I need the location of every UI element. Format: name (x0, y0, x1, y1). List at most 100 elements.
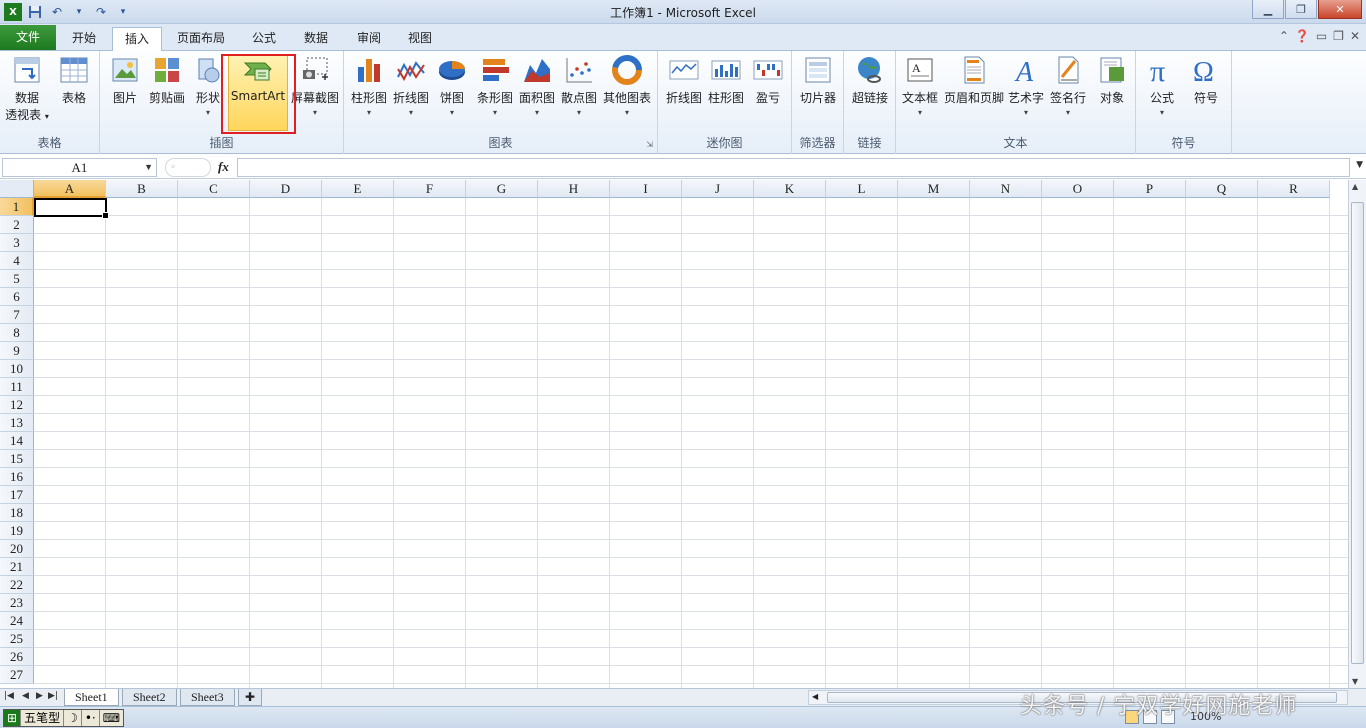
sparkline-line-button[interactable]: 折线图 (664, 55, 704, 106)
screenshot-button[interactable]: 屏幕截图 ▾ (290, 55, 340, 117)
sheet-tab-2[interactable]: Sheet2 (122, 689, 177, 706)
column-header-n[interactable]: N (970, 180, 1042, 198)
last-sheet-icon[interactable]: ▶| (48, 691, 58, 701)
formula-input[interactable] (237, 158, 1350, 177)
column-chart-button[interactable]: 柱形图 ▾ (348, 55, 390, 117)
area-chart-button[interactable]: 面积图 ▾ (516, 55, 558, 117)
sheet-tab-1[interactable]: Sheet1 (64, 689, 119, 706)
tab-review[interactable]: 审阅 (345, 27, 393, 51)
other-charts-button[interactable]: 其他图表 ▾ (600, 55, 654, 117)
column-header-j[interactable]: J (682, 180, 754, 198)
sparkline-column-button[interactable]: 柱形图 (706, 55, 746, 106)
next-sheet-icon[interactable]: ▶ (36, 691, 43, 701)
collapse-ribbon-icon[interactable]: ⌃ (1279, 29, 1289, 43)
table-button[interactable]: 表格 (54, 55, 94, 106)
sheet-tab-3[interactable]: Sheet3 (180, 689, 235, 706)
row-header-13[interactable]: 13 (0, 414, 34, 432)
textbox-button[interactable]: A 文本框 ▾ (900, 55, 940, 117)
active-cell-a1[interactable] (34, 198, 109, 219)
symbol-button[interactable]: Ω 符号 (1186, 55, 1226, 106)
row-header-7[interactable]: 7 (0, 306, 34, 324)
row-header-6[interactable]: 6 (0, 288, 34, 306)
row-header-8[interactable]: 8 (0, 324, 34, 342)
doc-close-icon[interactable]: ✕ (1350, 29, 1360, 43)
hyperlink-button[interactable]: 超链接 (848, 55, 892, 106)
wordart-button[interactable]: A 艺术字 ▾ (1006, 55, 1046, 117)
minimize-button[interactable]: ▁ (1252, 0, 1284, 19)
row-header-15[interactable]: 15 (0, 450, 34, 468)
pie-chart-button[interactable]: 饼图 ▾ (434, 55, 470, 117)
row-header-24[interactable]: 24 (0, 612, 34, 630)
help-icon[interactable]: ❓ (1295, 29, 1310, 43)
scroll-down-icon[interactable]: ▼ (1352, 677, 1358, 686)
line-chart-button[interactable]: 折线图 ▾ (390, 55, 432, 117)
scroll-left-icon[interactable]: ◀ (812, 692, 818, 701)
column-header-d[interactable]: D (250, 180, 322, 198)
row-header-17[interactable]: 17 (0, 486, 34, 504)
select-all-corner[interactable] (0, 180, 34, 198)
column-header-o[interactable]: O (1042, 180, 1114, 198)
row-header-5[interactable]: 5 (0, 270, 34, 288)
column-header-r[interactable]: R (1258, 180, 1330, 198)
column-header-m[interactable]: M (898, 180, 970, 198)
tab-file[interactable]: 文件 (0, 25, 56, 50)
sparkline-winloss-button[interactable]: 盈亏 (748, 55, 788, 106)
chevron-down-icon[interactable]: ▼ (144, 159, 153, 176)
row-header-1[interactable]: 1 (0, 198, 34, 216)
row-header-18[interactable]: 18 (0, 504, 34, 522)
row-header-26[interactable]: 26 (0, 648, 34, 666)
scroll-up-icon[interactable]: ▲ (1352, 182, 1358, 191)
insert-sheet-icon[interactable]: ✚ (238, 689, 263, 706)
row-header-12[interactable]: 12 (0, 396, 34, 414)
tab-insert[interactable]: 插入 (112, 27, 163, 52)
column-header-q[interactable]: Q (1186, 180, 1258, 198)
prev-sheet-icon[interactable]: ◀ (22, 691, 29, 701)
ime-logo-icon[interactable]: ⊞ (4, 710, 22, 726)
column-header-a[interactable]: A (34, 180, 106, 198)
column-header-f[interactable]: F (394, 180, 466, 198)
insert-function-icon[interactable]: fx (218, 159, 229, 175)
tab-formulas[interactable]: 公式 (240, 27, 288, 51)
ime-mode[interactable]: 五笔型 (21, 710, 65, 726)
clipart-button[interactable]: 剪贴画 (146, 55, 188, 106)
ime-toolbar[interactable]: ⊞ 五笔型 ☽ •· ⌨ (3, 709, 125, 727)
row-header-10[interactable]: 10 (0, 360, 34, 378)
row-header-14[interactable]: 14 (0, 432, 34, 450)
tab-view[interactable]: 视图 (396, 27, 444, 51)
restore-button[interactable]: ❐ (1285, 0, 1317, 19)
picture-button[interactable]: 图片 (106, 55, 144, 106)
signature-line-button[interactable]: 签名行 ▾ (1048, 55, 1088, 117)
row-header-20[interactable]: 20 (0, 540, 34, 558)
doc-minimize-icon[interactable]: ▭ (1316, 29, 1327, 43)
vertical-scroll-thumb[interactable] (1351, 202, 1364, 664)
row-header-4[interactable]: 4 (0, 252, 34, 270)
first-sheet-icon[interactable]: |◀ (4, 691, 14, 701)
tab-page-layout[interactable]: 页面布局 (165, 27, 237, 51)
row-header-16[interactable]: 16 (0, 468, 34, 486)
close-button[interactable]: ✕ (1318, 0, 1362, 19)
column-header-l[interactable]: L (826, 180, 898, 198)
dialog-launcher-icon[interactable]: ⇲ (646, 140, 653, 149)
pivot-table-button[interactable]: 数据 透视表 ▾ (4, 55, 50, 123)
expand-formula-icon[interactable]: ▼ (1356, 160, 1363, 170)
column-header-h[interactable]: H (538, 180, 610, 198)
column-header-g[interactable]: G (466, 180, 538, 198)
doc-restore-icon[interactable]: ❐ (1333, 29, 1344, 43)
slicer-button[interactable]: 切片器 (796, 55, 840, 106)
row-header-11[interactable]: 11 (0, 378, 34, 396)
ime-punct-icon[interactable]: •· (82, 710, 100, 726)
row-header-9[interactable]: 9 (0, 342, 34, 360)
column-header-b[interactable]: B (106, 180, 178, 198)
column-header-k[interactable]: K (754, 180, 826, 198)
header-footer-button[interactable]: 页眉和页脚 (942, 55, 1006, 106)
column-header-c[interactable]: C (178, 180, 250, 198)
row-header-22[interactable]: 22 (0, 576, 34, 594)
object-button[interactable]: 对象 (1092, 55, 1132, 106)
ime-keyboard-icon[interactable]: ⌨ (100, 710, 123, 726)
cell-area[interactable] (34, 198, 1348, 688)
row-header-2[interactable]: 2 (0, 216, 34, 234)
tab-data[interactable]: 数据 (292, 27, 340, 51)
column-header-i[interactable]: I (610, 180, 682, 198)
scatter-chart-button[interactable]: 散点图 ▾ (558, 55, 600, 117)
column-header-p[interactable]: P (1114, 180, 1186, 198)
